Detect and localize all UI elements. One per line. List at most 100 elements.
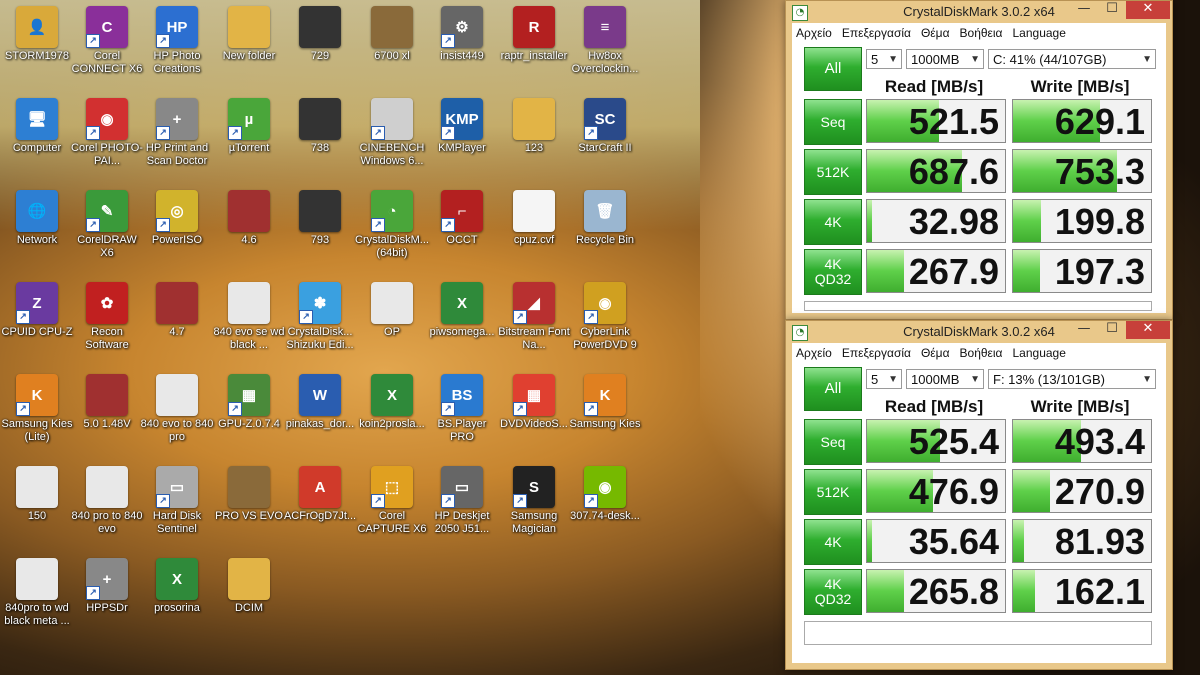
desktop-icon[interactable]: K ↗ Samsung Kies (568, 370, 642, 460)
image-thumb-icon (156, 282, 198, 324)
desktop-icon[interactable]: C ↗ Corel CONNECT X6 (70, 2, 144, 92)
desktop-icon[interactable]: K ↗ Samsung Kies (Lite) (0, 370, 74, 460)
desktop-icon[interactable]: ✿ Recon Software (70, 278, 144, 368)
desktop-icon[interactable]: ↗ CINEBENCH Windows 6... (355, 94, 429, 184)
desktop-icon[interactable]: ◎ ↗ PowerISO (140, 186, 214, 276)
desktop-icon[interactable]: ▭ ↗ Hard Disk Sentinel (140, 462, 214, 552)
menu-item[interactable]: Βοήθεια (960, 346, 1003, 360)
desktop-icon[interactable]: Xkoin2prosla... (355, 370, 429, 460)
desktop-icon-label: CrystalDiskM... (64bit) (355, 234, 429, 259)
desktop-icon[interactable]: + ↗ HPPSDr (70, 554, 144, 644)
desktop-icon[interactable]: Z ↗ CPUID CPU-Z (0, 278, 74, 368)
desktop-icon[interactable]: Xpiwsomega... (425, 278, 499, 368)
desktop-icon[interactable]: 🖥 Computer (0, 94, 74, 184)
desktop-icon[interactable]: BS ↗ BS.Player PRO (425, 370, 499, 460)
desktop-icon[interactable]: 4.7 (140, 278, 214, 368)
test-512k-button[interactable]: 512K (804, 469, 862, 515)
desktop-icon[interactable]: Xprosorina (140, 554, 214, 644)
desktop-icon[interactable]: 5.0 1.48V (70, 370, 144, 460)
maximize-button[interactable]: ☐ (1098, 1, 1126, 19)
menu-item[interactable]: Βοήθεια (960, 26, 1003, 40)
desktop-icon[interactable]: ▭ ↗ HP Deskjet 2050 J51... (425, 462, 499, 552)
desktop-icon[interactable]: S ↗ Samsung Magician (497, 462, 571, 552)
test-4k-button[interactable]: 4K (804, 519, 862, 565)
desktop-icon[interactable]: Wpinakas_dor... (283, 370, 357, 460)
desktop-icon[interactable]: 840pro to wd black meta ... (0, 554, 74, 644)
desktop-icon[interactable]: SC ↗ StarCraft II (568, 94, 642, 184)
desktop-icon[interactable]: ◢ ↗ Bitstream Font Na... (497, 278, 571, 368)
test-4k-qd32-button[interactable]: 4K QD32 (804, 569, 862, 615)
runs-select[interactable]: 5 ▼ (866, 369, 902, 389)
desktop-icon[interactable]: ≡ Hw8ox Overclockin... (568, 2, 642, 92)
read-result: 476.9 (866, 469, 1006, 513)
menu-item[interactable]: Αρχείο (796, 346, 832, 360)
menu-item[interactable]: Θέμα (921, 26, 950, 40)
menu-item[interactable]: Θέμα (921, 346, 950, 360)
desktop-icon[interactable]: ⬚ ↗ Corel CAPTURE X6 (355, 462, 429, 552)
desktop-icon[interactable]: ◉ ↗ CyberLink PowerDVD 9 (568, 278, 642, 368)
desktop-icon-label: GPU-Z.0.7.4 (218, 418, 280, 430)
menu-item[interactable]: Επεξεργασία (842, 346, 911, 360)
runs-select[interactable]: 5 ▼ (866, 49, 902, 69)
desktop-icon[interactable]: 6700 xl (355, 2, 429, 92)
test-size-select[interactable]: 1000MB ▼ (906, 369, 984, 389)
desktop-icon[interactable]: 150 (0, 462, 74, 552)
desktop-icon[interactable]: ▦ ↗ DVDVideoS... (497, 370, 571, 460)
desktop-icon[interactable]: cpuz.cvf (497, 186, 571, 276)
desktop-icon[interactable]: ⚙ ↗ insist449 (425, 2, 499, 92)
read-bar (867, 250, 904, 292)
desktop-icon[interactable]: New folder (212, 2, 286, 92)
desktop-icon[interactable]: Rraptr_installer (497, 2, 571, 92)
desktop-icon[interactable]: ✽ ↗ CrystalDisk... Shizuku Edi... (283, 278, 357, 368)
desktop-icon[interactable]: HP ↗ HP Photo Creations (140, 2, 214, 92)
desktop-icon[interactable]: 840 pro to 840 evo (70, 462, 144, 552)
close-button[interactable]: ✕ (1126, 321, 1170, 339)
drive-select[interactable]: C: 41% (44/107GB) ▼ (988, 49, 1156, 69)
test-size-select[interactable]: 1000MB ▼ (906, 49, 984, 69)
desktop-icon[interactable]: 🗑 Recycle Bin (568, 186, 642, 276)
test-seq-button[interactable]: Seq (804, 99, 862, 145)
test-4k-button[interactable]: 4K (804, 199, 862, 245)
desktop-icon[interactable]: 4.6 (212, 186, 286, 276)
drive-select[interactable]: F: 13% (13/101GB) ▼ (988, 369, 1156, 389)
desktop-icon[interactable]: OP (355, 278, 429, 368)
image-thumb-icon (299, 98, 341, 140)
menu-item[interactable]: Language (1013, 26, 1066, 40)
desktop-icon[interactable]: ◔ ↗ CrystalDiskM... (64bit) (355, 186, 429, 276)
write-value: 162.1 (1054, 571, 1145, 612)
maximize-button[interactable]: ☐ (1098, 321, 1126, 339)
comment-field[interactable] (804, 621, 1152, 645)
test-seq-button[interactable]: Seq (804, 419, 862, 465)
menu-item[interactable]: Αρχείο (796, 26, 832, 40)
desktop-icon[interactable]: ⌐ ↗ OCCT (425, 186, 499, 276)
all-button[interactable]: All (804, 367, 862, 411)
desktop-icon[interactable]: 840 evo to 840 pro (140, 370, 214, 460)
desktop-icon[interactable]: ◉ ↗ 307.74-desk... (568, 462, 642, 552)
desktop-icon[interactable]: ✎ ↗ CorelDRAW X6 (70, 186, 144, 276)
menu-item[interactable]: Language (1013, 346, 1066, 360)
desktop-icon[interactable]: KMP ↗ KMPlayer (425, 94, 499, 184)
close-button[interactable]: ✕ (1126, 1, 1170, 19)
shortcut-arrow-icon: ↗ (441, 494, 455, 508)
minimize-button[interactable]: — (1070, 321, 1098, 339)
desktop-icon[interactable]: 729 (283, 2, 357, 92)
test-512k-button[interactable]: 512K (804, 149, 862, 195)
desktop-icon[interactable]: 738 (283, 94, 357, 184)
desktop-icon[interactable]: ◉ ↗ Corel PHOTO-PAI... (70, 94, 144, 184)
desktop-icon[interactable]: ▦ ↗ GPU-Z.0.7.4 (212, 370, 286, 460)
desktop-icon[interactable]: 840 evo se wd black ... (212, 278, 286, 368)
desktop-icon[interactable]: 123 (497, 94, 571, 184)
comment-field[interactable] (804, 301, 1152, 311)
menu-item[interactable]: Επεξεργασία (842, 26, 911, 40)
test-4k-qd32-button[interactable]: 4K QD32 (804, 249, 862, 295)
desktop-icon[interactable]: + ↗ HP Print and Scan Doctor (140, 94, 214, 184)
desktop-icon[interactable]: A ACFrOgD7Jt... (283, 462, 357, 552)
desktop-icon[interactable]: µ ↗ µTorrent (212, 94, 286, 184)
desktop-icon[interactable]: 793 (283, 186, 357, 276)
desktop-icon[interactable]: PRO VS EVO (212, 462, 286, 552)
all-button[interactable]: All (804, 47, 862, 91)
minimize-button[interactable]: — (1070, 1, 1098, 19)
desktop-icon[interactable]: 🌐 Network (0, 186, 74, 276)
desktop-icon[interactable]: DCIM (212, 554, 286, 644)
desktop-icon[interactable]: 👤 STORM1978 (0, 2, 74, 92)
